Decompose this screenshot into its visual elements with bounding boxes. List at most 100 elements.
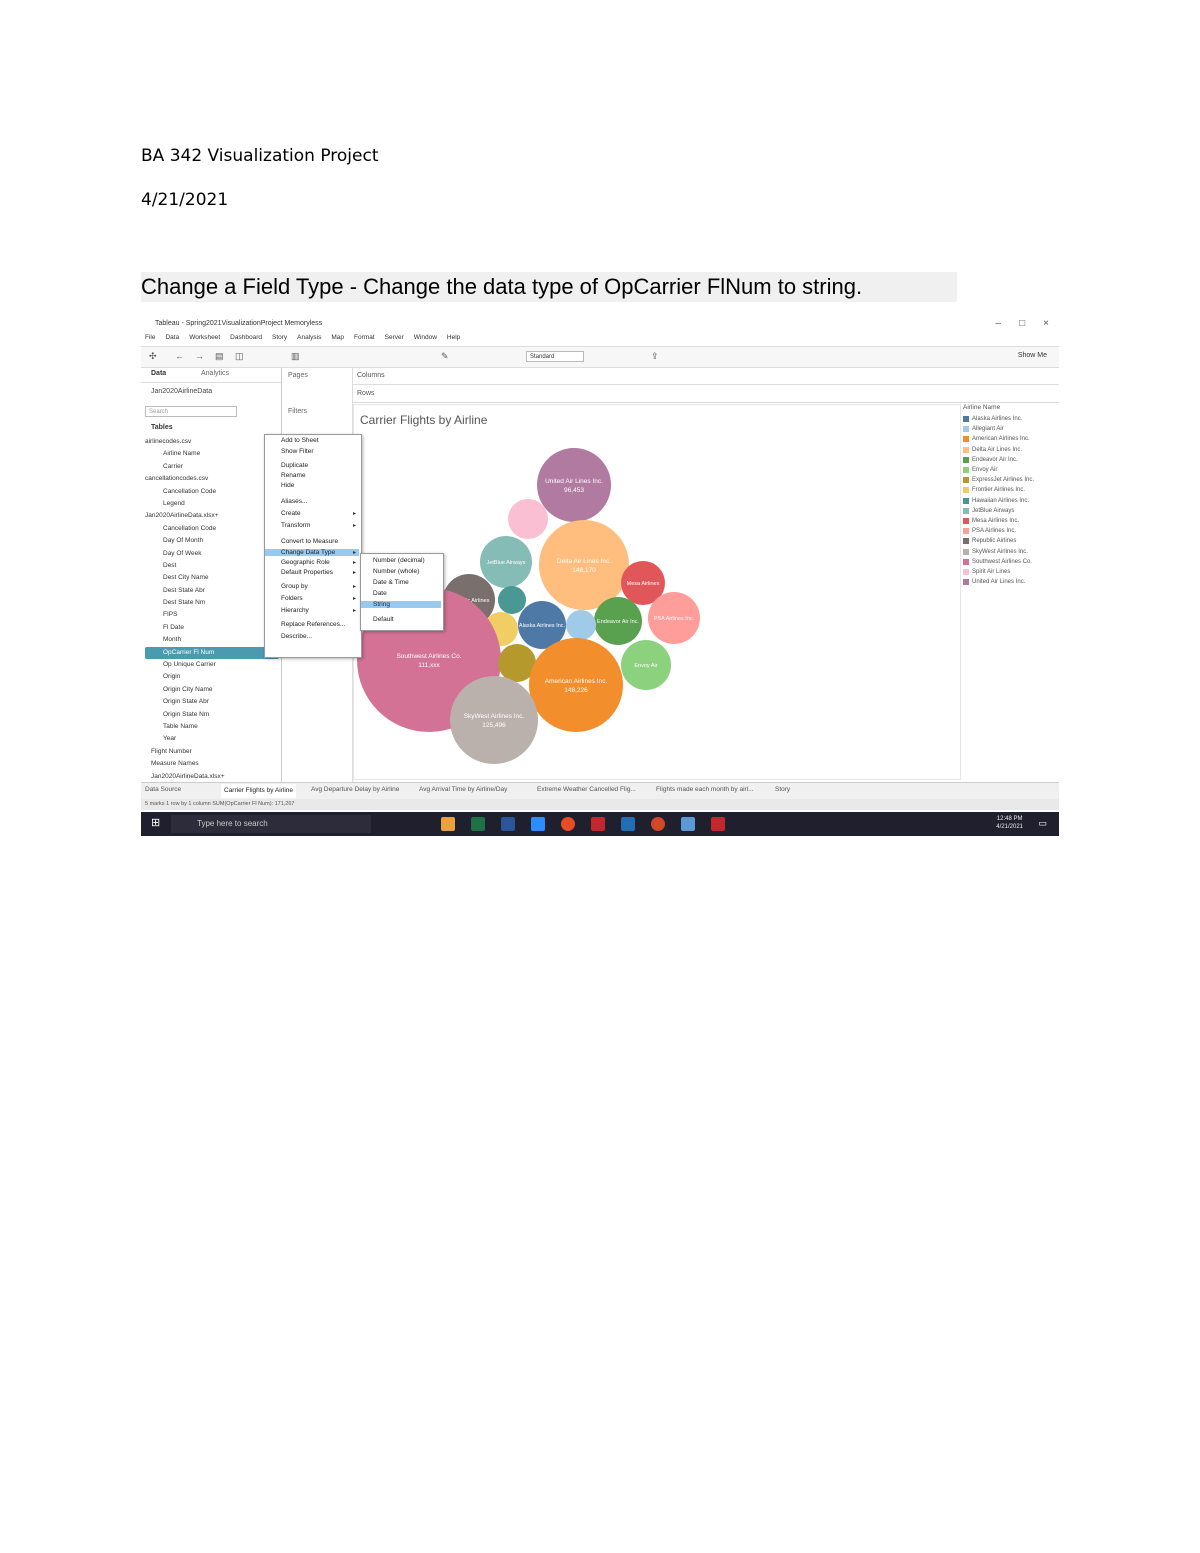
legend-item[interactable]: Southwest Airlines Co. (963, 557, 1055, 567)
legend-item[interactable]: Allegiant Air (963, 424, 1055, 434)
notification-icon[interactable]: ▭ (1038, 818, 1047, 829)
fit-dropdown[interactable]: Standard (526, 351, 584, 362)
context-menu-item[interactable]: Transform (281, 522, 310, 529)
field-item[interactable]: Day Of Week (145, 548, 279, 560)
tab-data[interactable]: Data (151, 370, 166, 377)
filters-shelf[interactable]: Filters (288, 408, 307, 415)
sheet-tab[interactable]: Flights made each month by airl... (656, 786, 754, 793)
legend-item[interactable]: PSA Airlines Inc. (963, 526, 1055, 536)
tab-analytics[interactable]: Analytics (201, 370, 229, 377)
context-menu-item[interactable]: Create (281, 510, 301, 517)
file-explorer-icon[interactable] (441, 817, 455, 831)
field-item[interactable]: Cancellation Code (145, 486, 279, 498)
submenu-item[interactable]: Default (373, 616, 394, 623)
minimize-icon[interactable]: – (996, 316, 1002, 332)
context-menu-item[interactable]: Geographic Role (281, 559, 330, 566)
word-icon[interactable] (501, 817, 515, 831)
legend-item[interactable]: Republic Airlines (963, 536, 1055, 546)
bubble-mark[interactable] (508, 499, 548, 539)
legend-item[interactable]: Mesa Airlines Inc. (963, 516, 1055, 526)
legend-item[interactable]: Endeavor Air Inc. (963, 455, 1055, 465)
field-item[interactable]: Origin (145, 671, 279, 683)
legend-item[interactable]: ExpressJet Airlines Inc. (963, 475, 1055, 485)
menu-format[interactable]: Format (354, 332, 375, 344)
context-menu-item[interactable]: Rename (281, 472, 306, 479)
taskbar-search-input[interactable]: Type here to search (171, 815, 371, 833)
taskbar-clock[interactable]: 12:48 PM 4/21/2021 (996, 815, 1023, 831)
show-me-button[interactable]: Show Me (1018, 352, 1047, 359)
legend-item[interactable]: SkyWest Airlines Inc. (963, 546, 1055, 556)
maximize-icon[interactable]: □ (1019, 316, 1025, 332)
powerpoint-icon[interactable] (651, 817, 665, 831)
rows-shelf[interactable]: Rows (353, 386, 1059, 403)
tableau-task-icon[interactable] (621, 817, 635, 831)
field-item[interactable]: Fl Date (145, 622, 279, 634)
field-item[interactable]: Dest State Nm (145, 597, 279, 609)
legend-item[interactable]: United Air Lines Inc. (963, 577, 1055, 587)
context-menu-item[interactable]: Group by (281, 583, 308, 590)
field-search-input[interactable]: Search (145, 406, 237, 417)
menu-window[interactable]: Window (414, 332, 437, 344)
bubble-mark[interactable] (539, 520, 629, 610)
legend-item[interactable]: Spirit Air Lines (963, 567, 1055, 577)
tableau-icon[interactable]: ✣ (149, 351, 157, 362)
menu-analysis[interactable]: Analysis (297, 332, 321, 344)
menu-map[interactable]: Map (331, 332, 344, 344)
columns-shelf[interactable]: Columns (353, 368, 1059, 385)
datasource-name[interactable]: Jan2020AirlineData (151, 388, 212, 395)
context-menu-item[interactable]: Show Filter (281, 448, 314, 455)
menu-server[interactable]: Server (385, 332, 404, 344)
context-menu-item[interactable]: Change Data Type (265, 549, 359, 556)
context-menu-item[interactable]: Duplicate (281, 462, 308, 469)
submenu-item[interactable]: Number (decimal) (373, 557, 425, 564)
bubble-mark[interactable] (537, 448, 611, 522)
field-item[interactable]: Dest (145, 560, 279, 572)
field-item[interactable]: Cancellation Code (145, 523, 279, 535)
legend-item[interactable]: JetBlue Airways (963, 506, 1055, 516)
menu-dashboard[interactable]: Dashboard (230, 332, 262, 344)
pdf-icon[interactable] (711, 817, 725, 831)
chart-icon[interactable]: ▥ (291, 351, 300, 362)
highlight-icon[interactable]: ✎ (441, 351, 449, 362)
field-item[interactable]: cancellationcodes.csv (145, 473, 279, 485)
field-item[interactable]: Month (145, 634, 279, 646)
field-item[interactable]: airlinecodes.csv (145, 436, 279, 448)
submenu-item[interactable]: Date & Time (373, 579, 409, 586)
field-item[interactable]: Table Name (145, 721, 279, 733)
bubble-chart[interactable]: United Air Lines Inc. 96,453 Delta Air Lin… (354, 405, 960, 779)
menu-worksheet[interactable]: Worksheet (189, 332, 220, 344)
sheet-tab[interactable]: Carrier Flights by Airline (221, 784, 296, 798)
acrobat-icon[interactable] (591, 817, 605, 831)
sheet-tab[interactable]: Extreme Weather Cancelled Flig... (537, 786, 636, 793)
context-menu-item[interactable]: Describe... (281, 633, 312, 640)
menu-help[interactable]: Help (447, 332, 460, 344)
legend-item[interactable]: American Airlines Inc. (963, 434, 1055, 444)
zoom-icon[interactable] (531, 817, 545, 831)
pages-shelf[interactable]: Pages (288, 372, 308, 379)
context-menu-item[interactable]: Hierarchy (281, 607, 309, 614)
field-item[interactable]: Carrier (145, 461, 279, 473)
submenu-item[interactable]: Number (whole) (373, 568, 419, 575)
field-item[interactable]: Flight Number (145, 746, 279, 758)
context-menu-item[interactable]: Folders (281, 595, 303, 602)
close-icon[interactable]: × (1043, 316, 1049, 332)
legend-item[interactable]: Hawaiian Airlines Inc. (963, 496, 1055, 506)
field-item[interactable]: Airline Name (145, 448, 279, 460)
visualization-area[interactable]: Carrier Flights by Airline United Air Li… (353, 404, 961, 780)
context-menu-item[interactable]: Default Properties (281, 569, 333, 576)
context-menu-item[interactable]: Replace References... (281, 621, 345, 628)
field-item[interactable]: Legend (145, 498, 279, 510)
field-item[interactable]: Measure Names (145, 758, 279, 770)
chrome-icon[interactable] (561, 817, 575, 831)
legend-item[interactable]: Envoy Air (963, 465, 1055, 475)
context-menu-item[interactable]: Convert to Measure (281, 538, 338, 545)
submenu-item[interactable]: String (361, 601, 441, 608)
sheet-tab[interactable]: Story (775, 786, 790, 793)
sheet-tab[interactable]: Avg Departure Delay by Airline (311, 786, 399, 793)
menu-data[interactable]: Data (165, 332, 179, 344)
field-item[interactable]: Dest State Abr (145, 585, 279, 597)
bubble-mark[interactable] (529, 638, 623, 732)
app-icon[interactable] (681, 817, 695, 831)
share-icon[interactable]: ⇪ (651, 351, 659, 362)
legend-item[interactable]: Frontier Airlines Inc. (963, 485, 1055, 495)
